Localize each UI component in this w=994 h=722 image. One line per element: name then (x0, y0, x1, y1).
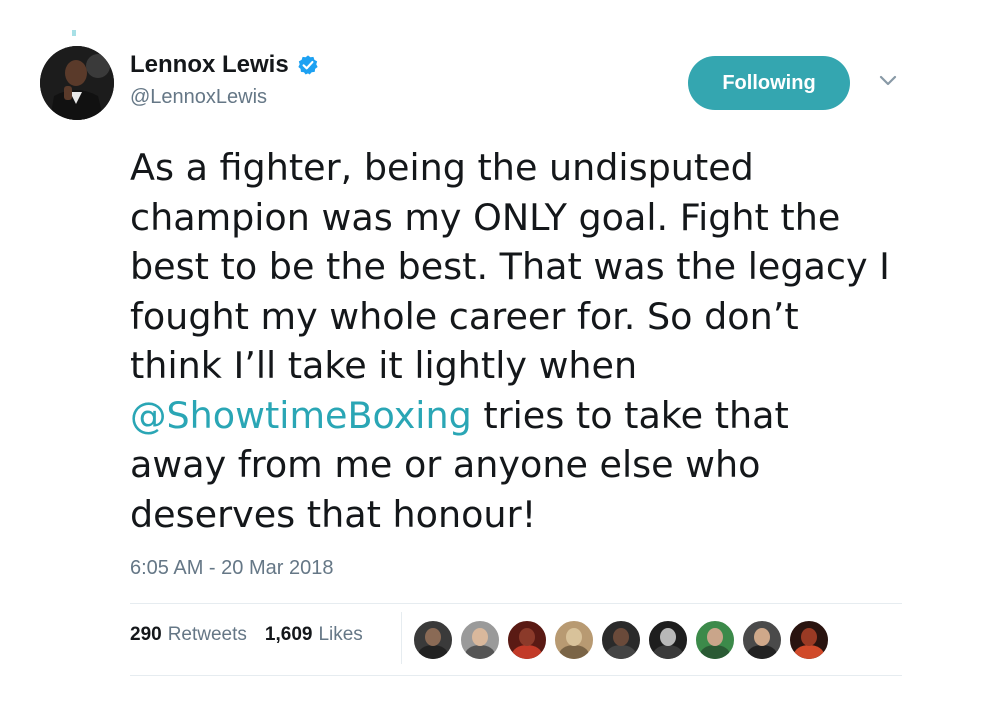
likes-label[interactable]: Likes (318, 624, 362, 646)
author-name-row: Lennox Lewis (130, 50, 319, 80)
liker-avatar-face (519, 628, 535, 646)
liked-by-avatars (413, 620, 836, 660)
liker-avatar-shoulders (465, 645, 495, 659)
liker-avatar-shoulders (418, 645, 448, 659)
avatar[interactable] (40, 46, 114, 120)
liker-avatar[interactable] (601, 620, 641, 660)
liker-avatar-face (613, 628, 629, 646)
liker-avatar-shoulders (794, 645, 824, 659)
liker-avatar[interactable] (648, 620, 688, 660)
author-name[interactable]: Lennox Lewis (130, 51, 289, 79)
liker-avatar-face (566, 628, 582, 646)
following-button[interactable]: Following (688, 56, 850, 110)
likes-count[interactable]: 1,609 (265, 624, 313, 646)
liker-avatar-face (425, 628, 441, 646)
liker-avatar[interactable] (460, 620, 500, 660)
liker-avatar[interactable] (554, 620, 594, 660)
liker-avatar[interactable] (789, 620, 829, 660)
avatar-image (40, 46, 114, 120)
author-handle[interactable]: @LennoxLewis (130, 86, 319, 109)
retweets-label[interactable]: Retweets (168, 624, 247, 646)
tweet-text: As a fighter, being the undisputed champ… (130, 143, 910, 539)
tweet-author: Lennox Lewis @LennoxLewis (130, 50, 319, 109)
tweet-stats: 290 Retweets 1,609 Likes (130, 624, 381, 646)
liker-avatar-face (801, 628, 817, 646)
liker-avatar-face (472, 628, 488, 646)
liker-avatar-face (754, 628, 770, 646)
mention-link[interactable]: @ShowtimeBoxing (130, 394, 472, 437)
corner-mark (72, 30, 76, 36)
retweets-count[interactable]: 290 (130, 624, 162, 646)
liker-avatar[interactable] (413, 620, 453, 660)
divider (130, 603, 902, 604)
liker-avatar-face (660, 628, 676, 646)
verified-badge-icon (298, 55, 318, 75)
liker-avatar[interactable] (695, 620, 735, 660)
liker-avatar-shoulders (512, 645, 542, 659)
divider (130, 675, 902, 676)
liker-avatar[interactable] (507, 620, 547, 660)
tweet-text-before: As a fighter, being the undisputed champ… (130, 146, 890, 387)
liker-avatar-shoulders (653, 645, 683, 659)
stats-separator (401, 612, 402, 664)
liker-avatar-shoulders (559, 645, 589, 659)
liker-avatar-shoulders (700, 645, 730, 659)
liker-avatar-shoulders (606, 645, 636, 659)
liker-avatar-face (707, 628, 723, 646)
liker-avatar[interactable] (742, 620, 782, 660)
tweet-timestamp[interactable]: 6:05 AM - 20 Mar 2018 (130, 557, 333, 580)
chevron-down-icon[interactable] (878, 74, 898, 88)
liker-avatar-shoulders (747, 645, 777, 659)
